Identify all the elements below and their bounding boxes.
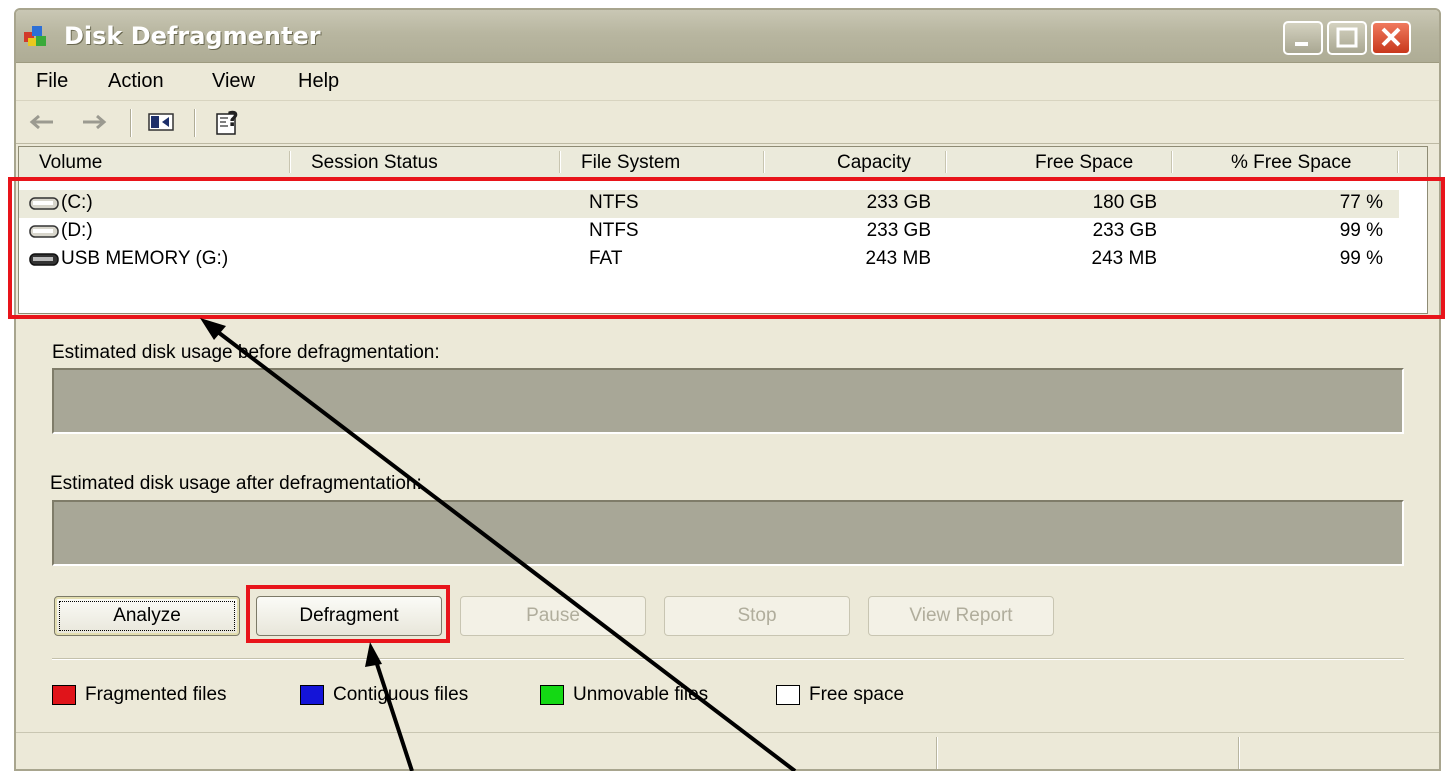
annotation-arrows <box>200 318 797 771</box>
defragment-arrowhead <box>365 642 382 667</box>
defragment-arrow <box>372 654 414 771</box>
volume-list-arrow <box>208 324 797 771</box>
